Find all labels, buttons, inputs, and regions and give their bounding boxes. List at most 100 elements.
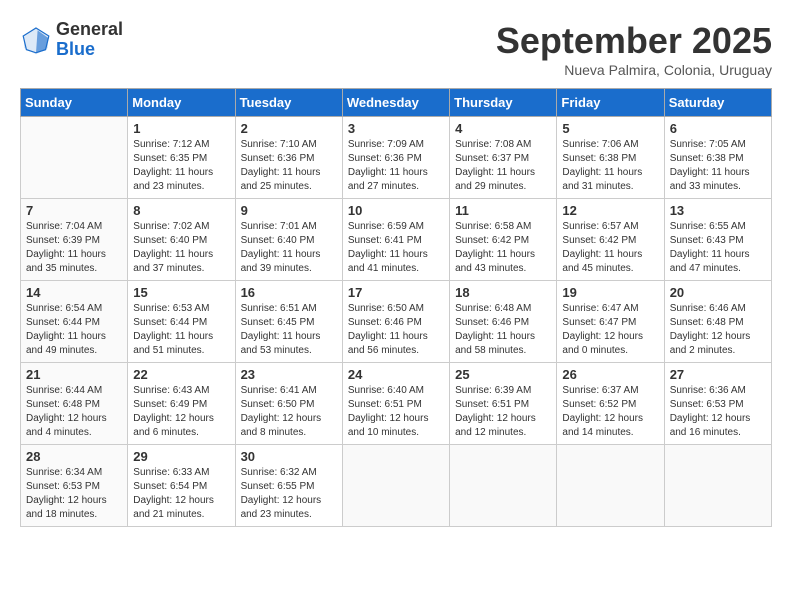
day-info: Sunrise: 6:37 AM Sunset: 6:52 PM Dayligh… — [562, 384, 658, 440]
day-number: 28 — [26, 449, 122, 464]
calendar-cell: 14 Sunrise: 6:54 AM Sunset: 6:44 PM Dayli… — [21, 281, 128, 363]
calendar-cell: 2Sunrise: 7:10 AM Sunset: 6:36 PM Daylig… — [235, 117, 342, 199]
day-number: 12 — [562, 203, 658, 218]
day-number: 2 — [241, 121, 337, 136]
day-info: Sunrise: 6:48 AM Sunset: 6:46 PM Dayligh… — [455, 302, 551, 358]
day-number: 15 — [133, 285, 229, 300]
week-row-3: 14 Sunrise: 6:54 AM Sunset: 6:44 PM Dayli… — [21, 281, 772, 363]
day-info: Sunrise: 6:40 AM Sunset: 6:51 PM Dayligh… — [348, 384, 444, 440]
day-header-wednesday: Wednesday — [342, 89, 449, 117]
calendar-cell: 6 Sunrise: 7:05 AM Sunset: 6:38 PM Daylig… — [664, 117, 771, 199]
day-info: Sunrise: 6:43 AM Sunset: 6:49 PM Dayligh… — [133, 384, 229, 440]
calendar-cell: 20 Sunrise: 6:46 AM Sunset: 6:48 PM Dayli… — [664, 281, 771, 363]
calendar-cell: 25 Sunrise: 6:39 AM Sunset: 6:51 PM Dayli… — [450, 363, 557, 445]
day-info: Sunrise: 6:54 AM Sunset: 6:44 PM Dayligh… — [26, 302, 122, 358]
day-number: 29 — [133, 449, 229, 464]
day-number: 25 — [455, 367, 551, 382]
day-number: 10 — [348, 203, 444, 218]
day-info: Sunrise: 6:46 AM Sunset: 6:48 PM Dayligh… — [670, 302, 766, 358]
day-number: 14 — [26, 285, 122, 300]
day-header-friday: Friday — [557, 89, 664, 117]
day-number: 19 — [562, 285, 658, 300]
calendar-cell: 18 Sunrise: 6:48 AM Sunset: 6:46 PM Dayli… — [450, 281, 557, 363]
day-info: Sunrise: 7:06 AM Sunset: 6:38 PM Dayligh… — [562, 138, 658, 194]
day-number: 1 — [133, 121, 229, 136]
calendar-cell: 24Sunrise: 6:40 AM Sunset: 6:51 PM Dayli… — [342, 363, 449, 445]
day-info: Sunrise: 6:50 AM Sunset: 6:46 PM Dayligh… — [348, 302, 444, 358]
logo: General Blue — [20, 20, 123, 60]
calendar-cell: 12Sunrise: 6:57 AM Sunset: 6:42 PM Dayli… — [557, 199, 664, 281]
day-header-sunday: Sunday — [21, 89, 128, 117]
day-number: 20 — [670, 285, 766, 300]
day-number: 26 — [562, 367, 658, 382]
day-info: Sunrise: 6:51 AM Sunset: 6:45 PM Dayligh… — [241, 302, 337, 358]
day-info: Sunrise: 7:01 AM Sunset: 6:40 PM Dayligh… — [241, 220, 337, 276]
day-info: Sunrise: 7:12 AM Sunset: 6:35 PM Dayligh… — [133, 138, 229, 194]
day-header-thursday: Thursday — [450, 89, 557, 117]
calendar-table: SundayMondayTuesdayWednesdayThursdayFrid… — [20, 88, 772, 527]
calendar-cell — [342, 445, 449, 527]
day-info: Sunrise: 7:05 AM Sunset: 6:38 PM Dayligh… — [670, 138, 766, 194]
day-info: Sunrise: 6:32 AM Sunset: 6:55 PM Dayligh… — [241, 466, 337, 522]
calendar-cell — [664, 445, 771, 527]
calendar-cell: 9 Sunrise: 7:01 AM Sunset: 6:40 PM Daylig… — [235, 199, 342, 281]
day-info: Sunrise: 6:44 AM Sunset: 6:48 PM Dayligh… — [26, 384, 122, 440]
page-header: General Blue September 2025 Nueva Palmir… — [20, 20, 772, 78]
day-number: 8 — [133, 203, 229, 218]
month-title: September 2025 — [496, 20, 772, 62]
logo-icon — [20, 24, 52, 56]
calendar-cell: 16 Sunrise: 6:51 AM Sunset: 6:45 PM Dayli… — [235, 281, 342, 363]
calendar-cell: 21 Sunrise: 6:44 AM Sunset: 6:48 PM Dayli… — [21, 363, 128, 445]
week-row-2: 7Sunrise: 7:04 AM Sunset: 6:39 PM Daylig… — [21, 199, 772, 281]
calendar-cell: 17 Sunrise: 6:50 AM Sunset: 6:46 PM Dayli… — [342, 281, 449, 363]
day-number: 7 — [26, 203, 122, 218]
day-number: 3 — [348, 121, 444, 136]
day-number: 30 — [241, 449, 337, 464]
calendar-cell: 26 Sunrise: 6:37 AM Sunset: 6:52 PM Dayli… — [557, 363, 664, 445]
calendar-cell: 5 Sunrise: 7:06 AM Sunset: 6:38 PM Daylig… — [557, 117, 664, 199]
calendar-cell: 30 Sunrise: 6:32 AM Sunset: 6:55 PM Dayli… — [235, 445, 342, 527]
day-info: Sunrise: 6:47 AM Sunset: 6:47 PM Dayligh… — [562, 302, 658, 358]
day-info: Sunrise: 6:53 AM Sunset: 6:44 PM Dayligh… — [133, 302, 229, 358]
day-number: 22 — [133, 367, 229, 382]
day-number: 18 — [455, 285, 551, 300]
day-info: Sunrise: 6:36 AM Sunset: 6:53 PM Dayligh… — [670, 384, 766, 440]
day-number: 4 — [455, 121, 551, 136]
calendar-cell — [450, 445, 557, 527]
location-subtitle: Nueva Palmira, Colonia, Uruguay — [496, 62, 772, 78]
day-info: Sunrise: 7:08 AM Sunset: 6:37 PM Dayligh… — [455, 138, 551, 194]
calendar-cell: 10 Sunrise: 6:59 AM Sunset: 6:41 PM Dayli… — [342, 199, 449, 281]
day-number: 11 — [455, 203, 551, 218]
day-number: 6 — [670, 121, 766, 136]
day-info: Sunrise: 7:02 AM Sunset: 6:40 PM Dayligh… — [133, 220, 229, 276]
logo-blue: Blue — [56, 40, 123, 60]
day-header-monday: Monday — [128, 89, 235, 117]
day-number: 16 — [241, 285, 337, 300]
calendar-cell: 1 Sunrise: 7:12 AM Sunset: 6:35 PM Daylig… — [128, 117, 235, 199]
day-number: 27 — [670, 367, 766, 382]
day-number: 21 — [26, 367, 122, 382]
day-info: Sunrise: 6:55 AM Sunset: 6:43 PM Dayligh… — [670, 220, 766, 276]
day-header-tuesday: Tuesday — [235, 89, 342, 117]
day-info: Sunrise: 6:41 AM Sunset: 6:50 PM Dayligh… — [241, 384, 337, 440]
calendar-cell: 28 Sunrise: 6:34 AM Sunset: 6:53 PM Dayli… — [21, 445, 128, 527]
day-info: Sunrise: 6:59 AM Sunset: 6:41 PM Dayligh… — [348, 220, 444, 276]
calendar-cell: 15 Sunrise: 6:53 AM Sunset: 6:44 PM Dayli… — [128, 281, 235, 363]
logo-text: General Blue — [56, 20, 123, 60]
day-number: 23 — [241, 367, 337, 382]
title-block: September 2025 Nueva Palmira, Colonia, U… — [496, 20, 772, 78]
calendar-cell: 4 Sunrise: 7:08 AM Sunset: 6:37 PM Daylig… — [450, 117, 557, 199]
week-row-1: 1 Sunrise: 7:12 AM Sunset: 6:35 PM Daylig… — [21, 117, 772, 199]
day-info: Sunrise: 6:34 AM Sunset: 6:53 PM Dayligh… — [26, 466, 122, 522]
day-number: 9 — [241, 203, 337, 218]
week-row-5: 28 Sunrise: 6:34 AM Sunset: 6:53 PM Dayli… — [21, 445, 772, 527]
day-info: Sunrise: 6:39 AM Sunset: 6:51 PM Dayligh… — [455, 384, 551, 440]
calendar-cell: 19 Sunrise: 6:47 AM Sunset: 6:47 PM Dayli… — [557, 281, 664, 363]
calendar-cell — [557, 445, 664, 527]
day-number: 5 — [562, 121, 658, 136]
calendar-cell: 7Sunrise: 7:04 AM Sunset: 6:39 PM Daylig… — [21, 199, 128, 281]
day-number: 17 — [348, 285, 444, 300]
calendar-cell: 3Sunrise: 7:09 AM Sunset: 6:36 PM Daylig… — [342, 117, 449, 199]
calendar-cell: 29Sunrise: 6:33 AM Sunset: 6:54 PM Dayli… — [128, 445, 235, 527]
calendar-cell: 11Sunrise: 6:58 AM Sunset: 6:42 PM Dayli… — [450, 199, 557, 281]
